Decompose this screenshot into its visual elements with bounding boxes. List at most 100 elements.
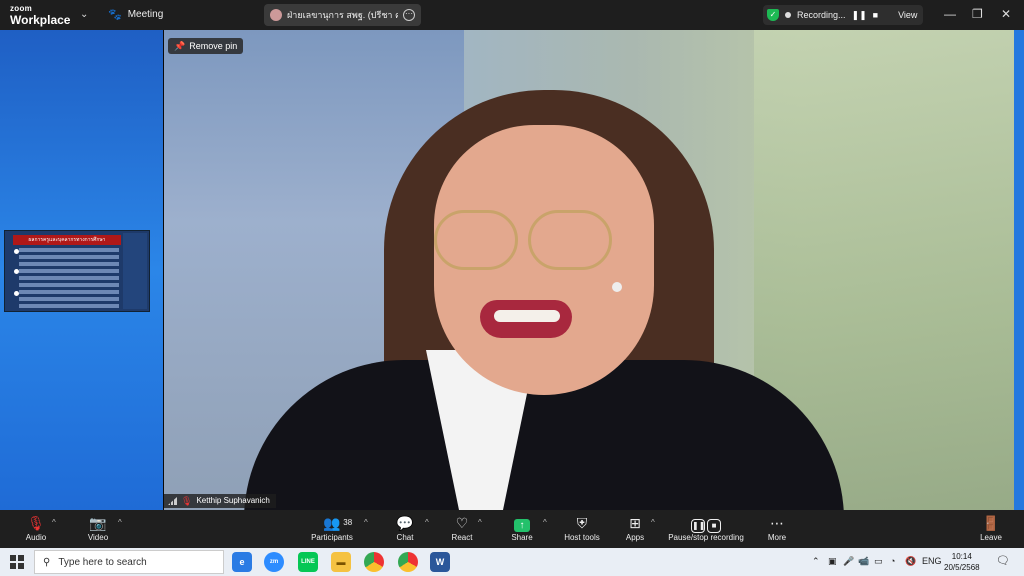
microphone-icon[interactable]: 🎤 [843,556,854,567]
minimize-icon[interactable]: — [944,7,956,21]
pinned-video-tile[interactable]: 📌 Remove pin 🎙 Ketthip Suphavanich [164,30,1014,510]
chevron-down-icon[interactable]: ⌄ [80,9,88,20]
logo-line-2: Workplace [10,13,71,27]
word-icon[interactable]: W [430,552,450,572]
participants-icon: 👥 38 [323,515,353,531]
taskbar-search-box[interactable]: ⚲ Type here to search [34,550,224,574]
tray-chevron-up-icon[interactable]: ⌃ [812,556,820,567]
more-options-icon[interactable]: ··· [403,9,415,21]
zoom-workplace-logo[interactable]: zoom Workplace [10,4,71,27]
apps-options-chevron-icon[interactable]: ^ [651,518,655,527]
edge-icon[interactable]: e [232,552,252,572]
thumbnail-line [19,290,119,294]
record-dot-icon [785,12,791,18]
participants-options-chevron-icon[interactable]: ^ [364,518,368,527]
logo-line-1: zoom [10,4,33,13]
chat-options-chevron-icon[interactable]: ^ [425,518,429,527]
stop-icon[interactable]: ■ [873,10,878,20]
paw-icon: 🐾 [108,9,122,21]
participants-button[interactable]: 👥 38 Participants [307,513,357,547]
pause-icon[interactable]: ❚❚ [852,10,867,21]
thumbnail-line [19,248,119,252]
shield-icon: ⛨ [576,515,588,531]
thumbnail-bullet [14,291,19,296]
signal-strength-icon [168,497,177,505]
host-tools-button[interactable]: ⛨ Host tools [560,513,604,547]
glasses-right-lens [528,210,612,270]
share-options-chevron-icon[interactable]: ^ [543,518,547,527]
participant-earring [612,282,622,292]
recording-bar: ✓ Recording... ❚❚ ■ View [763,5,923,25]
search-placeholder: Type here to search [58,556,147,568]
wifi-icon[interactable]: ◔ [890,556,895,566]
windows-start-icon[interactable] [10,555,24,569]
speaker-muted-icon[interactable]: 🔇 [905,556,916,567]
more-button[interactable]: ⋯ More [764,513,790,547]
left-gallery-pane: ผลการครูและบุคลากรทางการศึกษา [0,30,163,510]
participant-name-tag: 🎙 Ketthip Suphavanich [164,494,276,508]
recording-status: Recording... [797,10,846,20]
notifications-icon[interactable]: 🗨 [996,554,1010,567]
share-arrow-icon: ↑ [514,519,530,532]
battery-icon[interactable]: ▭ [874,556,883,567]
chat-button[interactable]: 💬 Chat [392,513,418,547]
leave-button[interactable]: 🚪 Leave [978,513,1004,547]
clock-date: 20/5/2568 [944,563,980,572]
participants-count: 38 [343,518,353,527]
search-icon: ⚲ [43,556,51,568]
chat-label: Chat [396,533,414,542]
apps-label: Apps [625,533,645,542]
video-label: Video [87,533,109,542]
tray-app-icon[interactable]: ▣ [828,556,837,567]
heart-icon: ♡ [455,515,469,531]
meeting-tab[interactable]: 🐾 Meeting [108,8,163,21]
line-app-icon[interactable]: LINE [298,552,318,572]
host-tools-label: Host tools [564,533,600,542]
share-button[interactable]: ↑ Share [508,513,536,547]
video-button[interactable]: 📷 Video [84,513,112,547]
chrome-icon[interactable] [364,552,384,572]
audio-label: Audio [25,533,47,542]
muted-mic-icon: 🎙 [181,496,193,506]
thumbnail-line [19,304,119,308]
more-label: More [767,533,787,542]
title-bar: zoom Workplace ⌄ 🐾 Meeting ฝ่ายเลขานุการ… [0,0,1024,30]
shield-icon[interactable]: ✓ [767,9,779,21]
apps-button[interactable]: ⊞ Apps [622,513,648,547]
meeting-toolbar: 🎙 Audio ^ 📷 Video ^ 👥 38 Participants ^ 💬… [0,510,1024,548]
remove-pin-label: Remove pin [189,41,238,51]
shared-screen-thumbnail[interactable]: ผลการครูและบุคลากรทางการศึกษา [4,230,150,312]
windows-taskbar: ⚲ Type here to search e zm LINE ▬ W ⌃ ▣ … [0,548,1024,576]
thumbnail-line [19,276,119,280]
chrome-profile-icon[interactable] [398,552,418,572]
meeting-label: Meeting [127,9,164,20]
meeting-stage: ผลการครูและบุคลากรทางการศึกษา 📌 Remove p… [0,30,1024,510]
react-button[interactable]: ♡ React [448,513,476,547]
chat-icon: 💬 [396,515,414,531]
close-icon[interactable]: ✕ [1001,7,1011,21]
video-options-chevron-icon[interactable]: ^ [118,518,122,527]
react-options-chevron-icon[interactable]: ^ [478,518,482,527]
more-icon: ⋯ [770,515,784,531]
pause-stop-recording-button[interactable]: ❚❚ ■ Pause/stop recording [664,513,748,547]
thumbnail-line [19,269,119,273]
taskbar-clock[interactable]: 10:14 20/5/2568 [944,551,980,573]
thumbnail-line [19,283,119,287]
camera-off-icon: 📷 [89,515,107,531]
active-speaker-pill[interactable]: ฝ่ายเลขานุการ สพฐ. (ปรีชา คุณชาย ) ··· [264,4,421,26]
view-label: View [898,10,918,20]
view-button[interactable]: View [898,10,917,20]
audio-options-chevron-icon[interactable]: ^ [52,518,56,527]
zoom-app-icon[interactable]: zm [264,552,284,572]
pause-stop-label: Pause/stop recording [668,533,744,542]
glasses-left-lens [434,210,518,270]
remove-pin-button[interactable]: 📌 Remove pin [168,38,244,54]
restore-icon[interactable]: ❐ [972,7,983,21]
meet-now-icon[interactable]: 📹 [858,556,869,567]
file-explorer-icon[interactable]: ▬ [331,552,351,572]
audio-button[interactable]: 🎙 Audio [22,513,50,547]
thumbnail-heading: ผลการครูและบุคลากรทางการศึกษา [13,235,121,245]
language-indicator[interactable]: ENG [922,556,942,566]
right-edge-pane [1014,30,1024,510]
active-speaker-name: ฝ่ายเลขานุการ สพฐ. (ปรีชา คุณชาย ) [287,10,398,20]
